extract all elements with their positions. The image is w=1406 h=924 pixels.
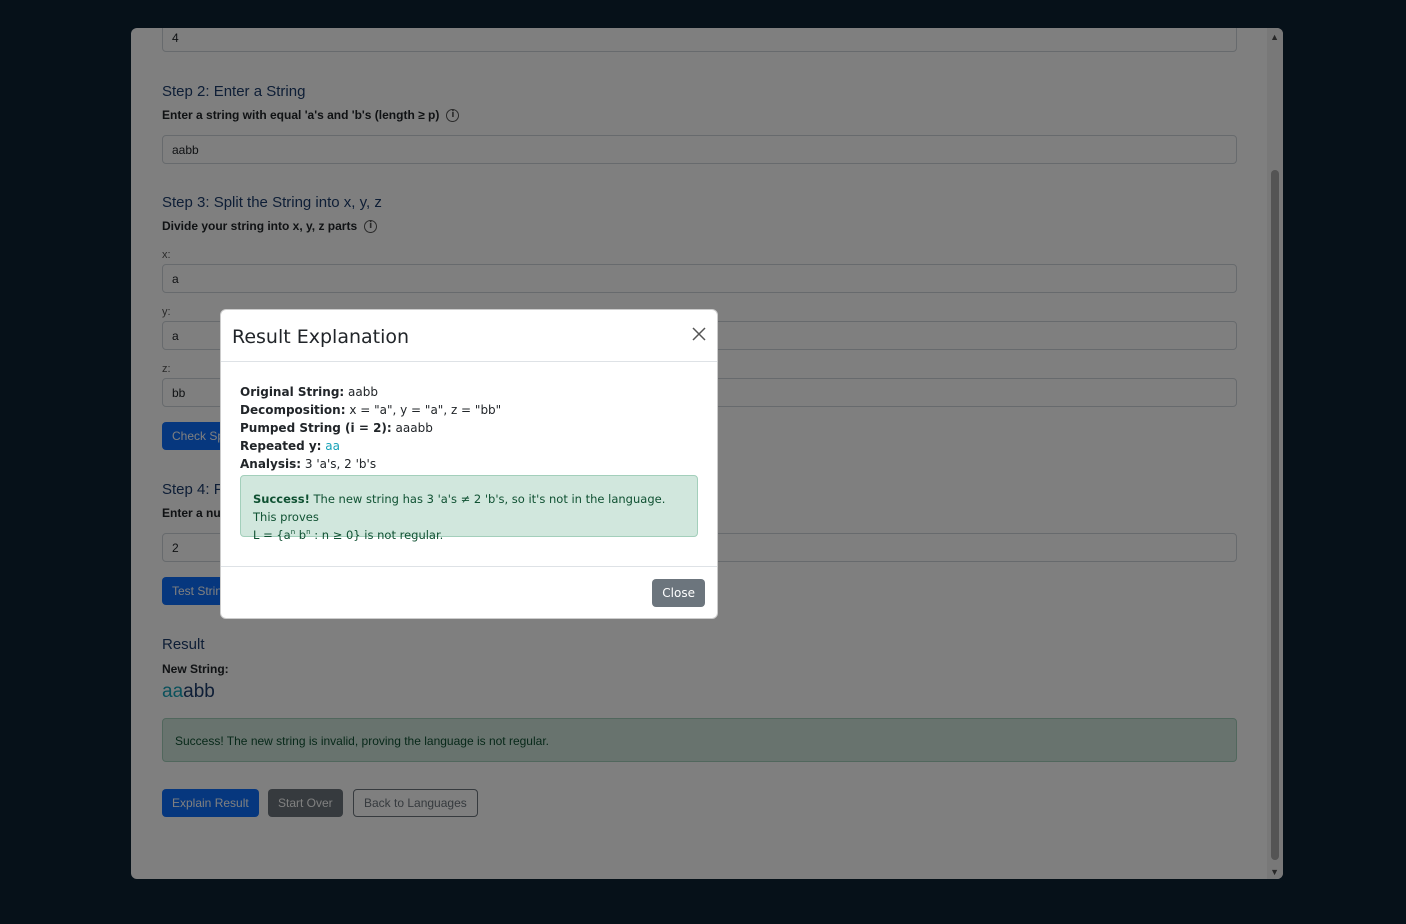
alert-language-prefix: L = {a [253, 528, 291, 542]
pumped-string-line: Pumped String (i = 2): aaabb [240, 420, 700, 438]
repeated-y-label: Repeated y: [240, 439, 322, 453]
pumped-string-label: Pumped String (i = 2): [240, 421, 392, 435]
modal-close-button[interactable]: Close [652, 579, 705, 607]
result-explanation-modal: Result Explanation Original String: aabb… [220, 309, 718, 619]
alert-text: The new string has 3 'a's ≠ 2 'b's, so i… [253, 492, 666, 524]
pumped-string-value: aaabb [395, 421, 433, 435]
alert-strong: Success! [253, 492, 310, 506]
close-icon[interactable] [691, 326, 707, 342]
modal-footer: Close [221, 566, 717, 618]
decomposition-label: Decomposition: [240, 403, 346, 417]
decomposition-value: x = "a", y = "a", z = "bb" [349, 403, 502, 417]
alert-language-b: b [295, 528, 307, 542]
decomposition-line: Decomposition: x = "a", y = "a", z = "bb… [240, 402, 700, 420]
modal-success-alert: Success! The new string has 3 'a's ≠ 2 '… [240, 475, 698, 542]
modal-body: Original String: aabb Decomposition: x =… [240, 384, 700, 542]
original-string-value: aabb [348, 385, 378, 399]
alert-language-rest: : n ≥ 0} is not regular. [310, 528, 444, 542]
repeated-y-line: Repeated y: aa [240, 438, 700, 456]
analysis-value: 3 'a's, 2 'b's [304, 457, 377, 471]
analysis-label: Analysis: [240, 457, 302, 471]
modal-title: Result Explanation [232, 326, 410, 348]
modal-header: Result Explanation [221, 310, 717, 362]
original-string-line: Original String: aabb [240, 384, 700, 402]
analysis-line: Analysis: 3 'a's, 2 'b's [240, 456, 700, 474]
original-string-label: Original String: [240, 385, 345, 399]
repeated-y-value: aa [325, 439, 341, 453]
